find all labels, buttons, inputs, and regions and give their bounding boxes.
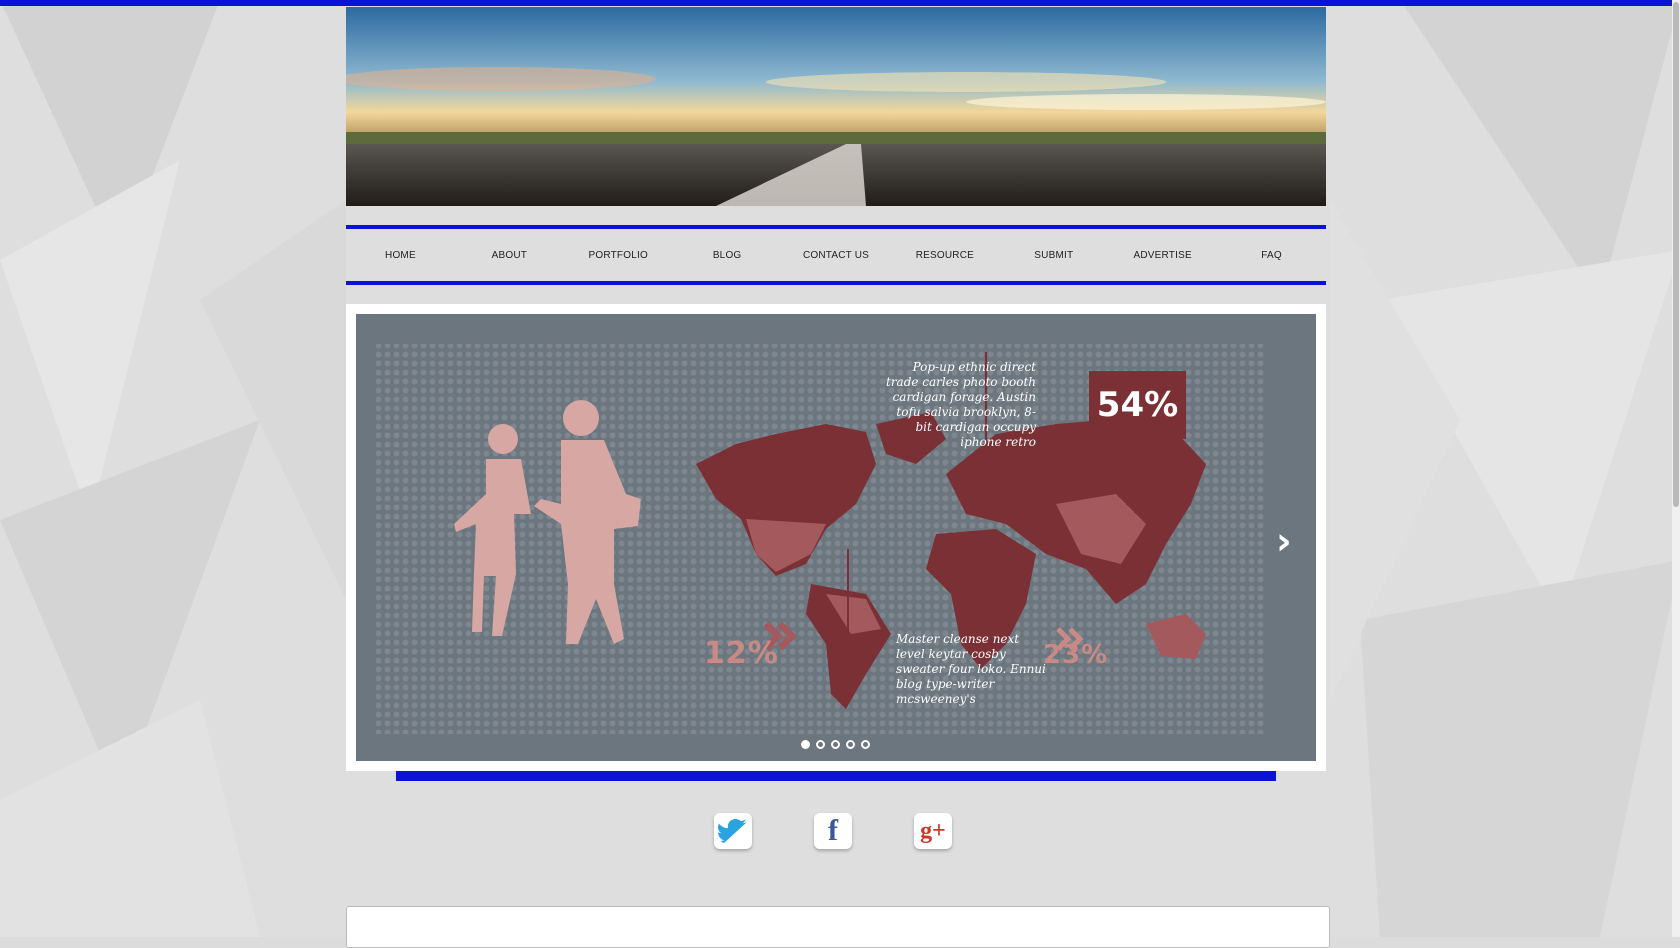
- slide-caption-top: Pop-up ethnic direct trade carles photo …: [886, 360, 1037, 449]
- google-plus-link[interactable]: g+: [914, 813, 954, 859]
- twitter-icon: [714, 813, 752, 849]
- stat-badge: 54%: [1089, 371, 1186, 439]
- twitter-link[interactable]: [714, 813, 754, 859]
- facebook-icon: f: [814, 813, 852, 849]
- nav-resource[interactable]: RESOURCE: [890, 250, 999, 261]
- slider-dot[interactable]: [861, 740, 870, 749]
- nav-advertise[interactable]: ADVERTISE: [1108, 250, 1217, 261]
- nav-home[interactable]: HOME: [346, 250, 455, 261]
- google-plus-icon: g+: [914, 813, 952, 849]
- chevron-right-icon[interactable]: ›: [1276, 519, 1292, 563]
- slide-infographic: Pop-up ethnic direct trade carles photo …: [356, 314, 1316, 761]
- header-banner: [346, 7, 1326, 206]
- slide-caption-bottom: Master cleanse next level keytar cosby s…: [896, 632, 1046, 706]
- nav-blog[interactable]: BLOG: [673, 250, 782, 261]
- content-box: [346, 906, 1330, 948]
- slider-dot[interactable]: [831, 740, 840, 749]
- nav-faq[interactable]: FAQ: [1217, 250, 1326, 261]
- nav-about[interactable]: ABOUT: [455, 250, 564, 261]
- stat-badge-pointer: [1120, 439, 1144, 489]
- slider-dot[interactable]: [846, 740, 855, 749]
- nav-submit[interactable]: SUBMIT: [999, 250, 1108, 261]
- main-nav: HOME ABOUT PORTFOLIO BLOG CONTACT US RES…: [346, 225, 1326, 285]
- nav-contact-us[interactable]: CONTACT US: [782, 250, 891, 261]
- stat-right: 23%: [1043, 640, 1109, 670]
- facebook-link[interactable]: f: [814, 813, 854, 859]
- slider-pagination: [801, 740, 870, 749]
- scrollbar-thumb[interactable]: [1673, 2, 1679, 507]
- top-accent-bar: [0, 0, 1672, 6]
- slider-dot[interactable]: [816, 740, 825, 749]
- nav-portfolio[interactable]: PORTFOLIO: [564, 250, 673, 261]
- slider-dot[interactable]: [801, 740, 810, 749]
- stat-left: 12%: [704, 636, 779, 671]
- slider-accent-bar: [396, 771, 1276, 781]
- scrollbar[interactable]: [1672, 0, 1680, 937]
- image-slider: Pop-up ethnic direct trade carles photo …: [346, 304, 1326, 771]
